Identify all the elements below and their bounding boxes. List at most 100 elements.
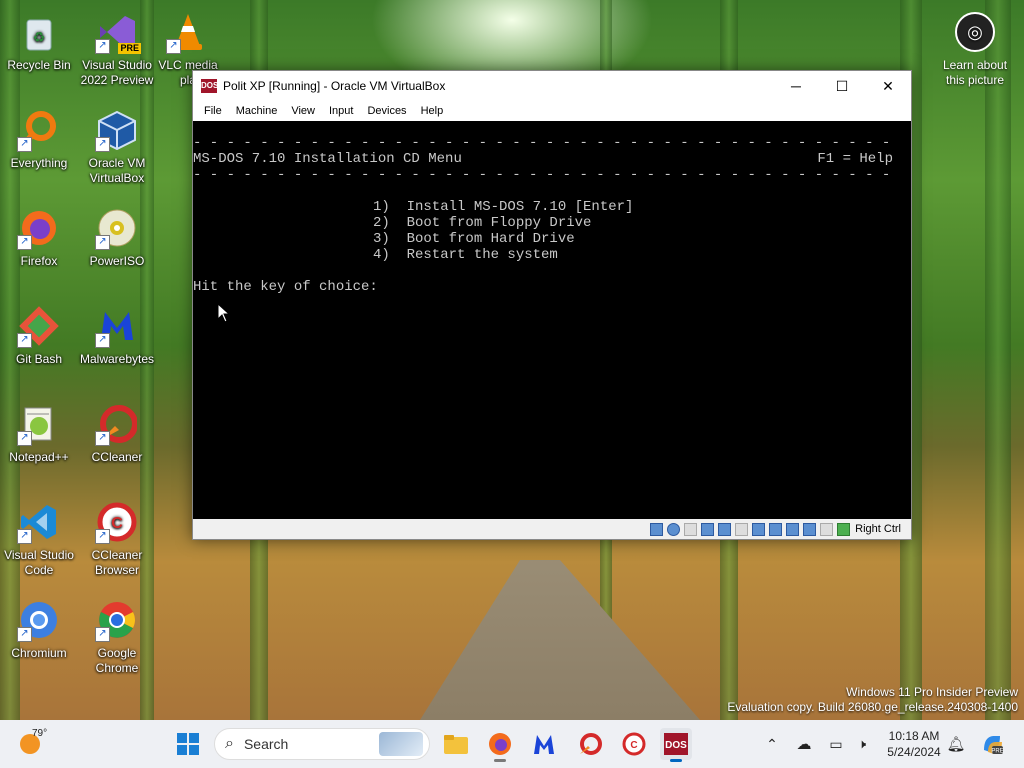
- vscode-icon: ↗: [17, 500, 61, 544]
- desktop-icon-git-bash[interactable]: ↗ Git Bash: [0, 304, 78, 367]
- optical-drive-status-icon[interactable]: [667, 522, 681, 536]
- svg-text:DOS: DOS: [665, 740, 687, 751]
- chevron-up-icon: ⌃: [766, 735, 778, 752]
- svg-text:♻: ♻: [33, 29, 46, 45]
- show-hidden-icons-button[interactable]: ⌃: [758, 728, 786, 760]
- dos-option-floppy[interactable]: 2) Boot from Floppy Drive: [373, 215, 591, 231]
- learn-about-picture[interactable]: ◎ Learn about this picture: [940, 12, 1010, 88]
- dos-vm-icon: DOS: [664, 733, 688, 755]
- recording-status-icon[interactable]: [786, 522, 800, 536]
- shortcut-arrow-icon: ↗: [95, 235, 110, 250]
- svg-text:PRE: PRE: [991, 749, 1003, 755]
- shortcut-arrow-icon: ↗: [17, 235, 32, 250]
- window-title: Polit XP [Running] - Oracle VM VirtualBo…: [223, 79, 446, 93]
- weather-widget[interactable]: 79°: [20, 728, 80, 760]
- clock-date: 5/24/2024: [887, 745, 941, 759]
- window-titlebar[interactable]: DOS Polit XP [Running] - Oracle VM Virtu…: [193, 71, 911, 101]
- hard-disk-status-icon[interactable]: [650, 522, 664, 536]
- display-status-icon[interactable]: [769, 522, 783, 536]
- shared-folders-status-icon[interactable]: [752, 522, 766, 536]
- desktop-icon-poweriso[interactable]: ↗ PowerISO: [78, 206, 156, 269]
- desktop-icon-malwarebytes[interactable]: ↗ Malwarebytes: [78, 304, 156, 367]
- windows-logo-icon: [177, 733, 199, 755]
- close-button[interactable]: ✕: [865, 71, 911, 101]
- folder-icon: [444, 735, 468, 754]
- desktop-icon-virtualbox[interactable]: ↗ Oracle VM VirtualBox: [78, 108, 156, 186]
- poweriso-icon: ↗: [95, 206, 139, 250]
- vm-status-bar: Right Ctrl: [193, 519, 911, 539]
- desktop-icon-ccleaner[interactable]: ↗ CCleaner: [78, 402, 156, 465]
- cpu-status-icon[interactable]: [803, 522, 817, 536]
- search-placeholder: Search: [243, 736, 289, 752]
- menu-view[interactable]: View: [284, 105, 322, 117]
- taskbar-search-box[interactable]: ⌕ Search: [214, 728, 430, 760]
- everything-search-icon: ↗: [17, 108, 61, 152]
- taskbar-file-explorer[interactable]: [440, 728, 472, 760]
- mouse-integration-status-icon[interactable]: [820, 522, 834, 536]
- desktop-icon-notepadpp[interactable]: ↗ Notepad++: [0, 402, 78, 465]
- vm-screen[interactable]: - - - - - - - - - - - - - - - - - - - - …: [193, 121, 911, 519]
- mouse-pointer-icon: [217, 303, 229, 323]
- taskbar-ccleaner-browser[interactable]: C: [618, 728, 650, 760]
- shortcut-arrow-icon: ↗: [95, 333, 110, 348]
- usb-status-icon[interactable]: [735, 522, 749, 536]
- shortcut-arrow-icon: ↗: [95, 627, 110, 642]
- shortcut-arrow-icon: ↗: [95, 431, 110, 446]
- visual-studio-icon: PRE ↗: [95, 10, 141, 54]
- shortcut-arrow-icon: ↗: [95, 137, 110, 152]
- network-tray[interactable]: ▭: [822, 728, 850, 760]
- shortcut-arrow-icon: ↗: [17, 333, 32, 348]
- menu-machine[interactable]: Machine: [229, 105, 285, 117]
- desktop-icon-vscode[interactable]: ↗ Visual Studio Code: [0, 500, 78, 578]
- shortcut-arrow-icon: ↗: [166, 39, 181, 54]
- desktop-icon-firefox[interactable]: ↗ Firefox: [0, 206, 78, 269]
- taskbar-firefox[interactable]: [484, 728, 516, 762]
- taskbar-virtualbox-vm[interactable]: DOS: [660, 728, 692, 762]
- menu-help[interactable]: Help: [414, 105, 451, 117]
- menu-input[interactable]: Input: [322, 105, 360, 117]
- minimize-button[interactable]: ─: [773, 71, 819, 101]
- floppy-status-icon[interactable]: [684, 522, 698, 536]
- shortcut-arrow-icon: ↗: [17, 529, 32, 544]
- desktop-icon-chrome[interactable]: ↗ Google Chrome: [78, 598, 156, 676]
- taskbar-malwarebytes[interactable]: [528, 728, 560, 760]
- copilot-button[interactable]: PRE: [976, 728, 1008, 760]
- desktop-icon-chromium[interactable]: ↗ Chromium: [0, 598, 78, 661]
- system-clock[interactable]: 10:18 AM 5/24/2024: [880, 728, 948, 760]
- running-indicator: [670, 759, 682, 762]
- separator-top: - - - - - - - - - - - - - - - - - - - - …: [193, 135, 891, 151]
- maximize-button[interactable]: ☐: [819, 71, 865, 101]
- dos-option-hard-drive[interactable]: 3) Boot from Hard Drive: [373, 231, 575, 247]
- taskbar: 79° ⌕ Search C DOS ⌃ ☁ ▭ 🕨 10:18 AM 5/24…: [0, 720, 1024, 768]
- audio-status-icon[interactable]: [701, 522, 715, 536]
- volume-tray[interactable]: 🕨: [848, 728, 876, 760]
- dos-prompt: Hit the key of choice:: [193, 279, 378, 295]
- desktop-icon-recycle-bin[interactable]: ♻ Recycle Bin: [0, 10, 78, 73]
- separator-bottom: - - - - - - - - - - - - - - - - - - - - …: [193, 167, 891, 183]
- shortcut-arrow-icon: ↗: [17, 137, 32, 152]
- ccleaner-icon: ↗: [95, 402, 139, 446]
- menu-devices[interactable]: Devices: [360, 105, 413, 117]
- network-status-icon[interactable]: [718, 522, 732, 536]
- monitor-icon: ▭: [829, 735, 843, 752]
- onedrive-tray[interactable]: ☁: [790, 728, 818, 760]
- dos-option-install[interactable]: 1) Install MS-DOS 7.10 [Enter]: [373, 199, 633, 215]
- copilot-icon: PRE: [984, 736, 1004, 755]
- vlc-icon: ↗: [166, 10, 210, 54]
- running-indicator: [494, 759, 506, 762]
- virtualbox-window[interactable]: DOS Polit XP [Running] - Oracle VM Virtu…: [192, 70, 912, 540]
- ccleaner-browser-icon: C: [622, 732, 646, 756]
- taskbar-ccleaner[interactable]: [574, 728, 606, 760]
- camera-icon: ◎: [955, 12, 995, 52]
- desktop-icon-everything[interactable]: ↗ Everything: [0, 108, 78, 171]
- desktop-icon-ccleaner-browser[interactable]: C ↗ CCleaner Browser: [78, 500, 156, 578]
- shortcut-arrow-icon: ↗: [17, 431, 32, 446]
- dos-option-restart[interactable]: 4) Restart the system: [373, 247, 558, 263]
- notifications-button[interactable]: 🔔︎: [942, 728, 970, 760]
- weather-temperature: 79°: [32, 728, 48, 739]
- start-button[interactable]: [172, 728, 204, 760]
- desktop-icon-visual-studio[interactable]: PRE ↗ Visual Studio 2022 Preview: [78, 10, 156, 88]
- menu-file[interactable]: File: [197, 105, 229, 117]
- host-key-label: Right Ctrl: [855, 523, 901, 535]
- search-highlight-image: [379, 732, 423, 756]
